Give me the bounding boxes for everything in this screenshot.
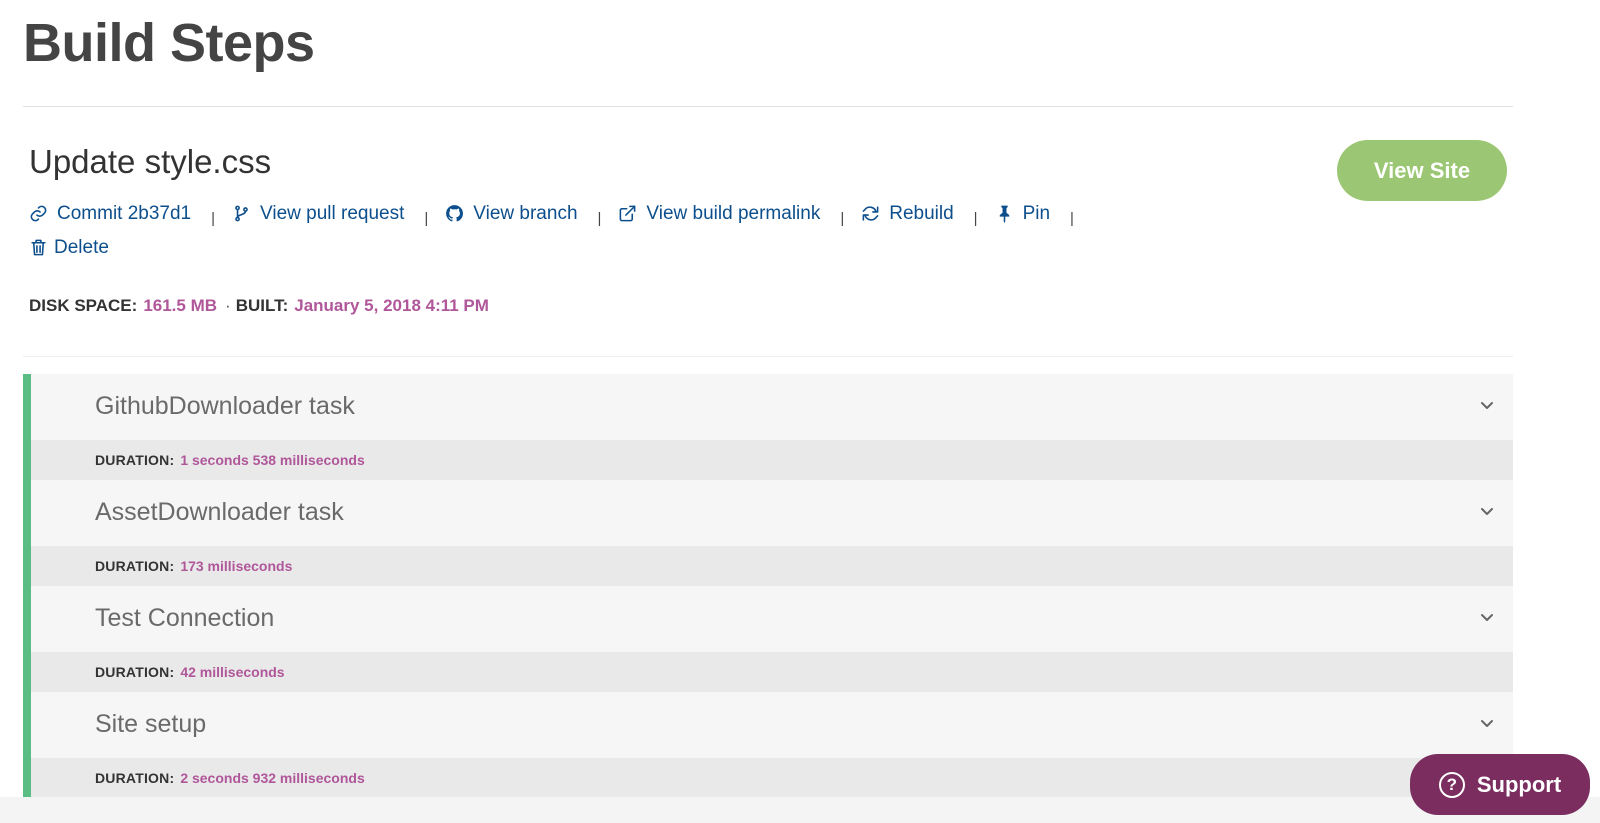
help-circle-icon: ? [1438,771,1465,798]
title-divider [23,106,1513,107]
disk-space-value: 161.5 MB [143,296,218,315]
step-header[interactable]: GithubDownloader task [31,374,1513,440]
view-branch-link[interactable]: View branch [445,199,578,228]
separator: | [424,210,429,227]
rebuild-link[interactable]: Rebuild [861,199,954,228]
step-header[interactable]: Test Connection [31,586,1513,652]
step-name: AssetDownloader task [95,498,344,526]
separator: | [211,210,216,227]
trash-icon [31,239,46,256]
build-step: AssetDownloader task DURATION: 173 millis… [31,480,1513,586]
view-build-permalink-link[interactable]: View build permalink [618,199,820,228]
build-title: Update style.css [29,143,272,180]
step-duration-row: DURATION: 173 milliseconds [31,546,1513,586]
step-name: Test Connection [95,604,275,632]
built-label: BUILT: [235,296,289,315]
page-title: Build Steps [23,13,315,73]
duration-label: DURATION: [95,452,175,468]
branch-icon [235,205,248,222]
pin-label: Pin [1022,203,1051,224]
chevron-down-icon[interactable] [1479,397,1495,413]
duration-label: DURATION: [95,558,175,574]
chevron-down-icon[interactable] [1479,609,1495,625]
pin-link[interactable]: Pin [995,199,1050,228]
step-duration-row: DURATION: 2 seconds 932 milliseconds [31,758,1513,798]
meta-divider [23,356,1513,357]
github-icon [446,205,464,222]
separator: | [597,210,602,227]
external-link-icon [620,205,636,222]
delete-link[interactable]: Delete [29,233,109,262]
separator: | [1070,210,1074,227]
separator: | [973,210,978,227]
page-bottom-edge [0,797,1600,823]
duration-value: 173 milliseconds [180,558,293,574]
view-build-permalink-label: View build permalink [646,203,821,224]
disk-space-label: DISK SPACE: [29,296,138,315]
support-label: Support [1476,771,1562,797]
pin-icon [999,205,1009,223]
view-pull-request-link[interactable]: View pull request [232,199,404,228]
duration-value: 42 milliseconds [180,664,285,680]
delete-label: Delete [54,237,109,258]
build-meta: DISK SPACE: 161.5 MB · BUILT: January 5, 201… [29,296,489,316]
view-site-button[interactable]: View Site [1337,140,1507,201]
view-pull-request-label: View pull request [260,203,405,224]
link-icon [30,205,47,222]
built-value: January 5, 2018 4:11 PM [294,296,489,315]
duration-value: 2 seconds 932 milliseconds [180,770,365,786]
commit-link[interactable]: Commit 2b37d1 [29,199,191,228]
commit-link-label: Commit 2b37d1 [57,203,192,224]
build-step: Site setup DURATION: 2 seconds 932 millis… [31,692,1513,798]
chevron-down-icon[interactable] [1479,503,1495,519]
step-name: GithubDownloader task [95,392,355,420]
step-header[interactable]: Site setup [31,692,1513,758]
build-actions: Commit 2b37d1 | View pull request | View… [29,199,1109,266]
support-button[interactable]: ? Support [1410,754,1590,815]
separator: | [840,210,845,227]
step-name: Site setup [95,710,207,738]
step-header[interactable]: AssetDownloader task [31,480,1513,546]
chevron-down-icon[interactable] [1479,715,1495,731]
step-duration-row: DURATION: 1 seconds 538 milliseconds [31,440,1513,480]
duration-value: 1 seconds 538 milliseconds [180,452,365,468]
step-duration-row: DURATION: 42 milliseconds [31,652,1513,692]
view-branch-label: View branch [473,203,578,224]
duration-label: DURATION: [95,770,175,786]
build-step: Test Connection DURATION: 42 milliseconds [31,586,1513,692]
duration-label: DURATION: [95,664,175,680]
rebuild-label: Rebuild [889,203,954,224]
refresh-icon [862,206,879,221]
meta-separator: · [225,296,231,315]
build-step: GithubDownloader task DURATION: 1 seconds… [31,374,1513,480]
build-steps-list: GithubDownloader task DURATION: 1 seconds… [23,374,1513,798]
